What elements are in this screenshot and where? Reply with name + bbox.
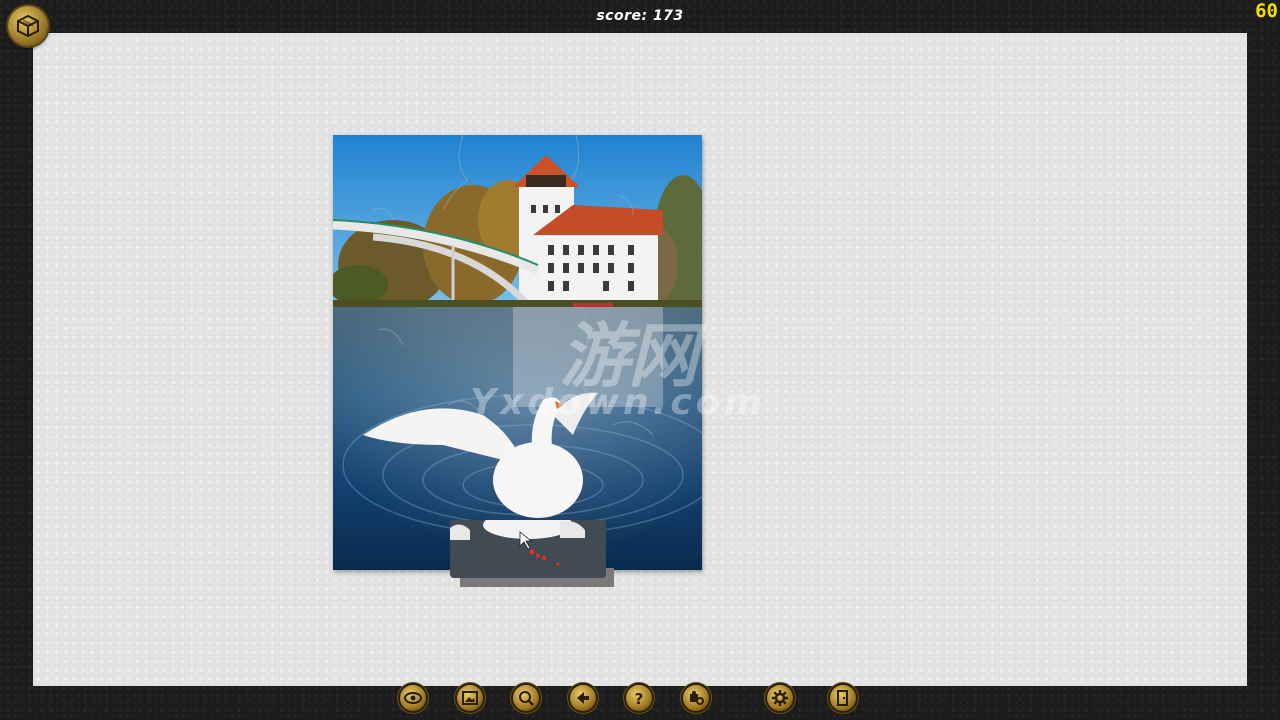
assembled-puzzle[interactable]	[333, 135, 702, 570]
picture-icon	[462, 691, 478, 705]
eye-icon	[404, 692, 422, 704]
background-button[interactable]	[457, 685, 483, 711]
fps-counter: 60	[1255, 0, 1278, 22]
magnifier-icon	[519, 691, 534, 706]
top-bar: score: 173 60	[0, 0, 1280, 34]
exit-door-icon	[837, 690, 848, 706]
loose-piece-image	[450, 520, 606, 578]
puzzle-image	[333, 135, 702, 570]
question-icon: ?	[635, 690, 644, 707]
zoom-button[interactable]	[513, 685, 539, 711]
undo-button[interactable]	[570, 685, 596, 711]
main-menu-button[interactable]	[8, 6, 48, 46]
hint-button[interactable]: ?	[626, 685, 652, 711]
settings-button[interactable]	[767, 685, 793, 711]
exit-button[interactable]	[830, 685, 856, 711]
loose-puzzle-piece[interactable]	[450, 520, 606, 578]
gear-icon	[772, 690, 788, 706]
left-arrow-icon	[577, 692, 589, 704]
cube-icon	[17, 14, 39, 38]
svg-text:?: ?	[635, 690, 644, 707]
preview-button[interactable]	[400, 685, 426, 711]
score-label: score:	[596, 8, 648, 24]
score-value: 173	[652, 8, 684, 24]
sort-pieces-button[interactable]	[683, 685, 709, 711]
puzzle-gear-icon	[690, 691, 704, 705]
score-display: score: 173	[0, 8, 1280, 24]
